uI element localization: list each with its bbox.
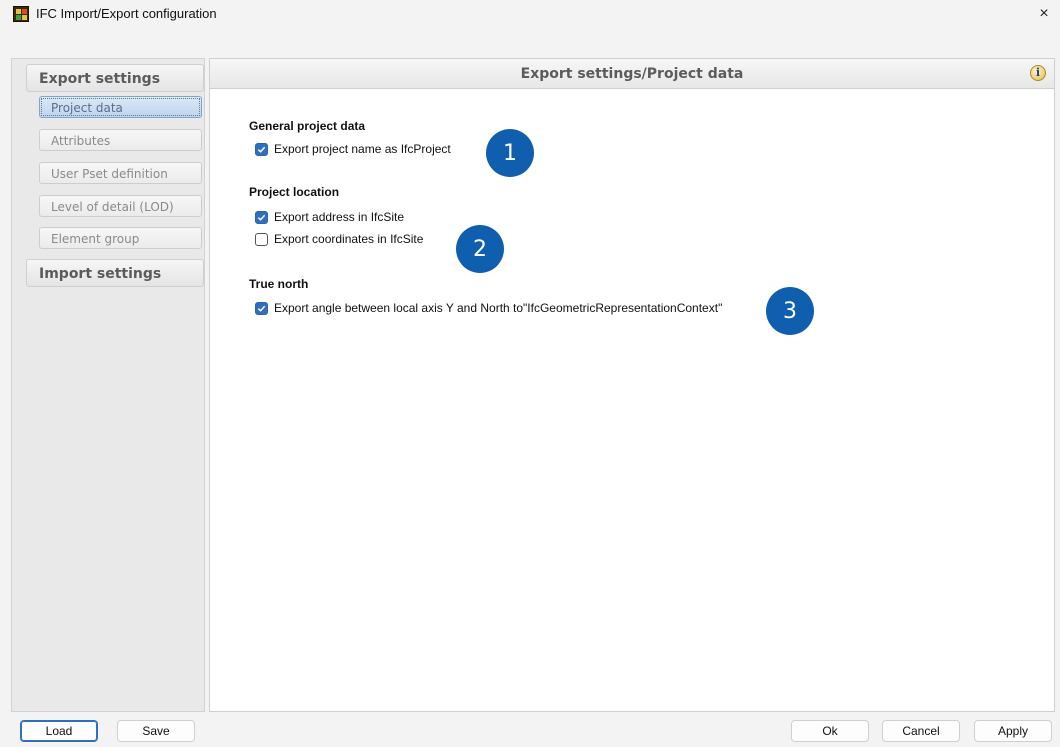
sidebar-item-level-of-detail[interactable]: Level of detail (LOD) xyxy=(39,195,202,217)
info-icon[interactable]: i xyxy=(1030,65,1046,81)
export-angle-checkbox[interactable]: Export angle between local axis Y and No… xyxy=(255,300,722,316)
save-button[interactable]: Save xyxy=(117,720,195,742)
panel-title: Export settings/Project data xyxy=(210,59,1054,89)
window-title: IFC Import/Export configuration xyxy=(36,6,217,21)
checkbox-checked-icon xyxy=(255,142,268,156)
export-settings-header[interactable]: Export settings xyxy=(26,64,204,92)
load-button[interactable]: Load xyxy=(20,720,98,742)
close-icon[interactable]: × xyxy=(1034,4,1054,24)
project-location-title: Project location xyxy=(249,185,340,199)
export-coordinates-checkbox[interactable]: Export coordinates in IfcSite xyxy=(255,231,423,247)
apply-button[interactable]: Apply xyxy=(974,720,1052,742)
export-project-name-checkbox[interactable]: Export project name as IfcProject xyxy=(255,141,451,157)
checkbox-label: Export angle between local axis Y and No… xyxy=(274,301,723,315)
settings-sidebar: Export settings Project data Attributes … xyxy=(11,58,205,712)
callout-badge-1: 1 xyxy=(486,129,534,177)
callout-badge-3: 3 xyxy=(766,287,814,335)
checkbox-label: Export address in IfcSite xyxy=(274,210,405,224)
title-bar: IFC Import/Export configuration × xyxy=(0,0,1060,28)
ok-button[interactable]: Ok xyxy=(791,720,869,742)
main-panel: Export settings/Project data i General p… xyxy=(209,58,1055,712)
sidebar-item-attributes[interactable]: Attributes xyxy=(39,129,202,151)
ifc-app-icon xyxy=(13,6,29,22)
sidebar-item-project-data[interactable]: Project data xyxy=(39,96,202,118)
cancel-button[interactable]: Cancel xyxy=(882,720,960,742)
import-settings-header[interactable]: Import settings xyxy=(26,259,204,287)
export-address-checkbox[interactable]: Export address in IfcSite xyxy=(255,209,404,225)
checkbox-checked-icon xyxy=(255,301,268,315)
checkbox-checked-icon xyxy=(255,210,268,224)
sidebar-item-user-pset-definition[interactable]: User Pset definition xyxy=(39,162,202,184)
sidebar-item-element-group[interactable]: Element group xyxy=(39,227,202,249)
checkbox-label: Export coordinates in IfcSite xyxy=(274,232,424,246)
checkbox-label: Export project name as IfcProject xyxy=(274,142,451,156)
general-project-data-title: General project data xyxy=(249,119,366,133)
checkbox-unchecked-icon xyxy=(255,232,268,246)
true-north-title: True north xyxy=(249,277,309,291)
callout-badge-2: 2 xyxy=(456,225,504,273)
